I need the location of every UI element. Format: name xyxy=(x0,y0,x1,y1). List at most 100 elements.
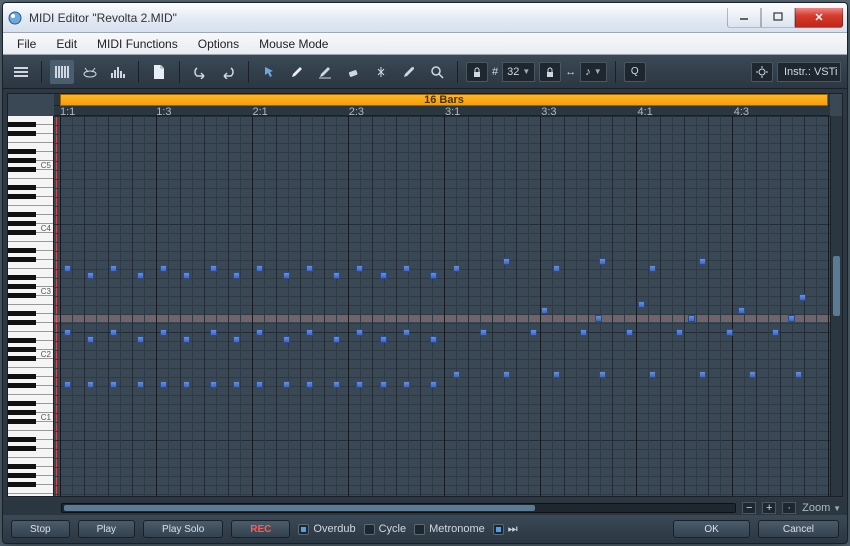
zoom-tool-icon[interactable] xyxy=(425,60,449,84)
midi-note[interactable] xyxy=(403,381,410,388)
midi-note[interactable] xyxy=(256,265,263,272)
midi-note[interactable] xyxy=(403,265,410,272)
midi-note[interactable] xyxy=(64,329,71,336)
midi-note[interactable] xyxy=(306,329,313,336)
midi-note[interactable] xyxy=(676,329,683,336)
midi-note[interactable] xyxy=(333,336,340,343)
zoom-reset-button[interactable]: · xyxy=(782,502,796,514)
range-marker[interactable]: 16 Bars xyxy=(60,94,828,106)
midi-note[interactable] xyxy=(110,329,117,336)
midi-note[interactable] xyxy=(210,381,217,388)
new-page-icon[interactable] xyxy=(147,60,171,84)
midi-note[interactable] xyxy=(380,272,387,279)
midi-note[interactable] xyxy=(233,336,240,343)
midi-note[interactable] xyxy=(87,336,94,343)
rec-button[interactable]: REC xyxy=(231,520,290,538)
midi-note[interactable] xyxy=(110,381,117,388)
midi-note[interactable] xyxy=(160,329,167,336)
midi-note[interactable] xyxy=(795,371,802,378)
play-button[interactable]: Play xyxy=(78,520,135,538)
midi-note[interactable] xyxy=(430,381,437,388)
play-solo-button[interactable]: Play Solo xyxy=(143,520,223,538)
midi-note[interactable] xyxy=(137,336,144,343)
midi-note[interactable] xyxy=(599,258,606,265)
midi-note[interactable] xyxy=(283,381,290,388)
quantize-value-select[interactable]: 32▼ xyxy=(502,62,535,82)
midi-note[interactable] xyxy=(553,265,560,272)
split-tool-icon[interactable] xyxy=(369,60,393,84)
settings-icon[interactable] xyxy=(751,62,773,82)
menu-file[interactable]: File xyxy=(9,35,44,53)
length-lock-icon[interactable] xyxy=(539,62,561,82)
midi-note[interactable] xyxy=(233,381,240,388)
midi-note[interactable] xyxy=(283,336,290,343)
midi-note[interactable] xyxy=(430,272,437,279)
piano-roll-icon[interactable] xyxy=(50,60,74,84)
midi-note[interactable] xyxy=(649,371,656,378)
menu-midi-functions[interactable]: MIDI Functions xyxy=(89,35,186,53)
midi-note[interactable] xyxy=(64,265,71,272)
pencil-tool-icon[interactable] xyxy=(285,60,309,84)
midi-note[interactable] xyxy=(64,381,71,388)
playhead[interactable] xyxy=(56,116,57,496)
quantize-lock-icon[interactable] xyxy=(466,62,488,82)
midi-note[interactable] xyxy=(699,258,706,265)
midi-note[interactable] xyxy=(541,307,548,314)
midi-note[interactable] xyxy=(283,272,290,279)
midi-note[interactable] xyxy=(137,272,144,279)
midi-note[interactable] xyxy=(210,265,217,272)
midi-note[interactable] xyxy=(306,381,313,388)
drum-editor-icon[interactable] xyxy=(78,60,102,84)
midi-note[interactable] xyxy=(553,371,560,378)
midi-note[interactable] xyxy=(649,265,656,272)
overdub-checkbox[interactable]: Overdub xyxy=(298,523,355,535)
range-bar[interactable]: 16 Bars xyxy=(54,94,830,106)
midi-note[interactable] xyxy=(380,381,387,388)
cycle-checkbox[interactable]: Cycle xyxy=(364,523,407,535)
menu-edit[interactable]: Edit xyxy=(48,35,85,53)
midi-note[interactable] xyxy=(356,329,363,336)
quantize-apply-button[interactable]: Q xyxy=(624,62,646,82)
midi-note[interactable] xyxy=(503,371,510,378)
midi-note[interactable] xyxy=(210,329,217,336)
menu-options[interactable]: Options xyxy=(190,35,247,53)
midi-note[interactable] xyxy=(110,265,117,272)
midi-note[interactable] xyxy=(480,329,487,336)
redo-icon[interactable] xyxy=(216,60,240,84)
eraser-tool-icon[interactable] xyxy=(341,60,365,84)
stop-button[interactable]: Stop xyxy=(11,520,70,538)
midi-note[interactable] xyxy=(688,315,695,322)
midi-note[interactable] xyxy=(87,381,94,388)
midi-note[interactable] xyxy=(699,371,706,378)
midi-note[interactable] xyxy=(799,294,806,301)
midi-note[interactable] xyxy=(738,307,745,314)
midi-note[interactable] xyxy=(137,381,144,388)
undo-icon[interactable] xyxy=(188,60,212,84)
draw-tool-icon[interactable] xyxy=(313,60,337,84)
note-grid[interactable] xyxy=(54,116,830,496)
midi-note[interactable] xyxy=(333,272,340,279)
arrow-tool-icon[interactable] xyxy=(257,60,281,84)
midi-note[interactable] xyxy=(453,371,460,378)
instrument-select[interactable]: Instr.: VSTi 1: xyxy=(777,62,841,82)
zoom-in-button[interactable]: + xyxy=(762,502,776,514)
midi-note[interactable] xyxy=(256,381,263,388)
midi-note[interactable] xyxy=(233,272,240,279)
glue-tool-icon[interactable] xyxy=(397,60,421,84)
midi-note[interactable] xyxy=(256,329,263,336)
ok-button[interactable]: OK xyxy=(673,520,749,538)
midi-note[interactable] xyxy=(380,336,387,343)
midi-note[interactable] xyxy=(333,381,340,388)
piano-keyboard[interactable]: C5C4C3C2C1 xyxy=(8,116,54,496)
skip-forward-checkbox[interactable]: ⏭ xyxy=(493,523,518,536)
midi-note[interactable] xyxy=(403,329,410,336)
titlebar[interactable]: MIDI Editor "Revolta 2.MID" xyxy=(3,3,847,33)
list-view-icon[interactable] xyxy=(9,60,33,84)
metronome-checkbox[interactable]: Metronome xyxy=(414,523,485,535)
midi-note[interactable] xyxy=(595,315,602,322)
midi-note[interactable] xyxy=(160,265,167,272)
menu-mouse-mode[interactable]: Mouse Mode xyxy=(251,35,336,53)
vertical-scroll-thumb[interactable] xyxy=(833,256,840,316)
midi-note[interactable] xyxy=(160,381,167,388)
cancel-button[interactable]: Cancel xyxy=(758,520,839,538)
